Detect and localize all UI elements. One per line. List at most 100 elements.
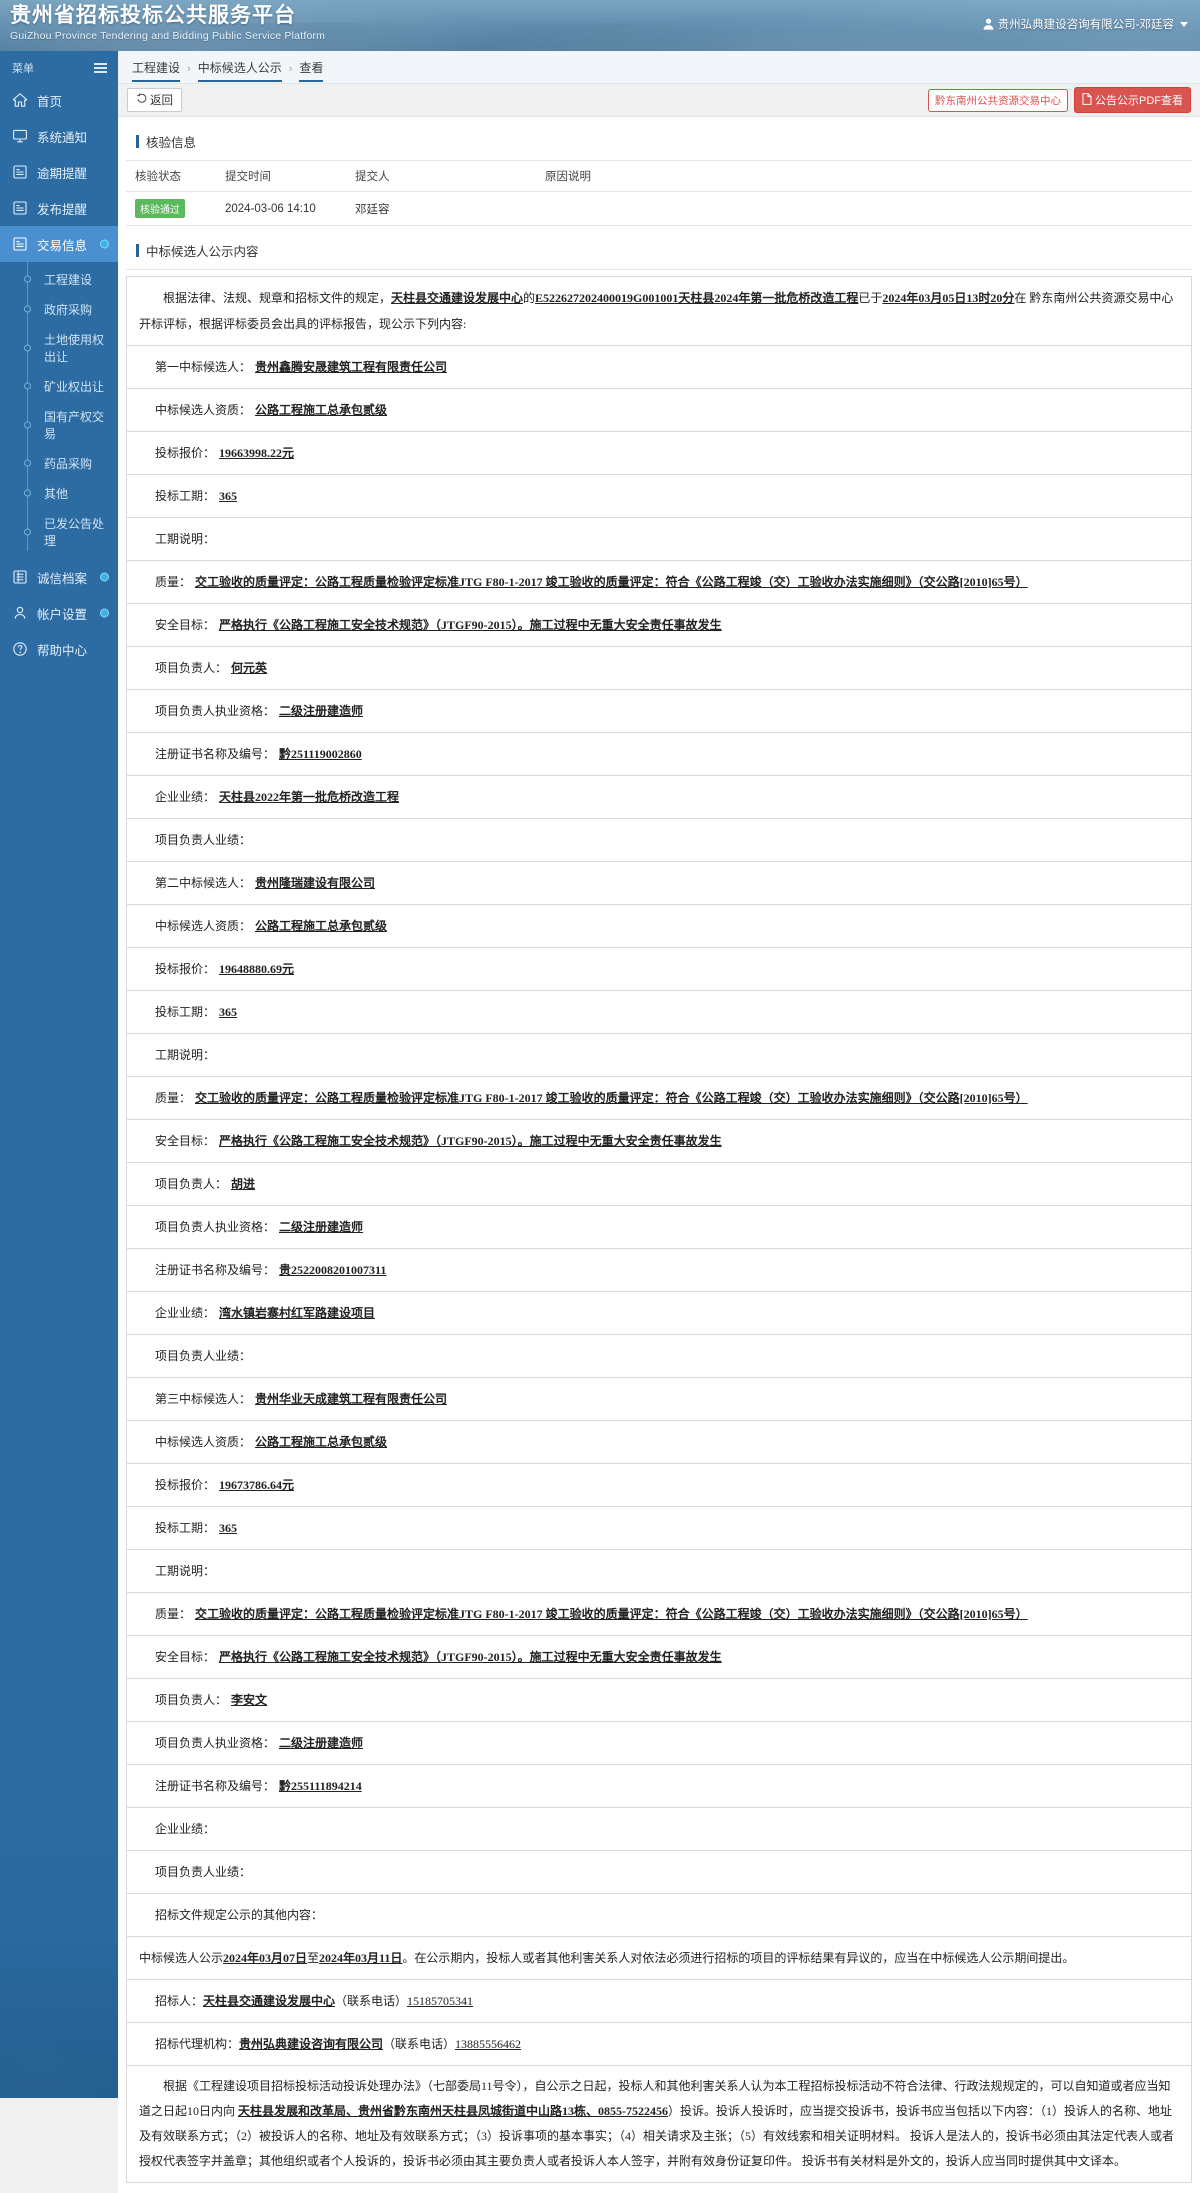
candidate-1-quality: 质量： 交工验收的质量评定：公路工程质量检验评定标准JTG F80-1-2017 … xyxy=(127,561,1191,604)
breadcrumb-item-1[interactable]: 工程建设 xyxy=(132,59,181,82)
notice-section-title: 中标候选人公示内容 xyxy=(126,232,1192,270)
bid-opening-datetime: 2024年03月05日13时20分 xyxy=(882,291,1015,305)
candidate-1-manager: 项目负责人： 何元英 xyxy=(127,647,1191,690)
sidebar-subitem-land-use-rights[interactable]: 土地使用权出让 xyxy=(0,324,118,371)
title-accent-bar xyxy=(136,135,139,148)
candidate-1-qualification: 中标候选人资质： 公路工程施工总承包贰级 xyxy=(127,389,1191,432)
field-value: 交工验收的质量评定：公路工程质量检验评定标准JTG F80-1-2017 竣工验… xyxy=(195,1607,1028,1621)
sidebar-subitem-label: 国有产权交易 xyxy=(44,409,105,441)
candidate-3-safety: 安全目标： 严格执行《公路工程施工安全技术规范》（JTGF90-2015）。施工过… xyxy=(127,1636,1191,1679)
sidebar-item-label: 诚信档案 xyxy=(37,571,88,586)
intro-text-3: 已于 xyxy=(858,291,883,305)
document-icon xyxy=(12,200,28,216)
agent-phone: 13885556462 xyxy=(455,2037,522,2051)
sidebar-item-system-notice[interactable]: 系统通知 xyxy=(0,118,118,154)
question-icon xyxy=(12,641,28,657)
breadcrumb-item-3[interactable]: 查看 xyxy=(299,59,324,82)
status-badge: 核验通过 xyxy=(135,199,185,218)
candidate-2-rank: 第二中标候选人： 贵州隆瑞建设有限公司 xyxy=(127,862,1191,905)
candidate-1-certificate: 项目负责人执业资格： 二级注册建造师 xyxy=(127,690,1191,733)
field-label: 投标报价： xyxy=(155,1478,216,1492)
breadcrumb: 工程建设 › 中标候选人公示 › 查看 xyxy=(132,59,1186,82)
document-icon xyxy=(12,164,28,180)
sidebar-item-overdue-reminder[interactable]: 逾期提醒 xyxy=(0,154,118,190)
field-value: 胡进 xyxy=(231,1177,256,1191)
sidebar-item-transaction-info[interactable]: 交易信息 xyxy=(0,226,118,262)
field-value: 公路工程施工总承包贰级 xyxy=(255,403,388,417)
sidebar-subitem-label: 药品采购 xyxy=(44,456,93,471)
tenderer-phone: 15185705341 xyxy=(407,1994,474,2008)
breadcrumb-item-2[interactable]: 中标候选人公示 xyxy=(197,59,282,82)
sidebar-item-home[interactable]: 首页 xyxy=(0,82,118,118)
field-label: 工期说明： xyxy=(155,1564,216,1578)
field-label: 第三中标候选人： xyxy=(155,1392,252,1406)
back-button[interactable]: 返回 xyxy=(127,88,182,112)
other-content-label: 招标文件规定公示的其他内容： xyxy=(127,1894,1191,1937)
publicity-period-paragraph: 中标候选人公示2024年03月07日至2024年03月11日。在公示期内，投标人… xyxy=(127,1937,1191,1980)
phone-label: （联系电话） xyxy=(335,1994,408,2008)
field-value: 19673786.64元 xyxy=(219,1478,295,1492)
table-header-row: 核验状态 提交时间 提交人 原因说明 xyxy=(126,161,1192,192)
sidebar-subitem-published-announcements[interactable]: 已发公告处理 xyxy=(0,508,118,555)
sidebar-item-credit-archive[interactable]: 诚信档案 xyxy=(0,559,118,595)
field-value: 黔255111894214 xyxy=(279,1779,362,1793)
field-label: 中标候选人资质： xyxy=(155,403,252,417)
column-header-reason: 原因说明 xyxy=(536,161,1192,192)
field-value: 严格执行《公路工程施工安全技术规范》（JTGF90-2015）。施工过程中无重大… xyxy=(219,1650,722,1664)
sidebar-subitem-engineering[interactable]: 工程建设 xyxy=(0,264,118,294)
sidebar-subitem-other[interactable]: 其他 xyxy=(0,478,118,508)
sidebar-item-help-center[interactable]: 帮助中心 xyxy=(0,631,118,667)
table-row: 核验通过 2024-03-06 14:10 邓廷容 xyxy=(126,191,1192,226)
candidate-2-company-performance: 企业业绩： 湾水镇岩寨村红军路建设项目 xyxy=(127,1292,1191,1335)
candidate-2-manager-performance: 项目负责人业绩： xyxy=(127,1335,1191,1378)
cell-submit-time: 2024-03-06 14:10 xyxy=(216,191,346,226)
user-name: 贵州弘典建设咨询有限公司-邓廷容 xyxy=(997,19,1174,31)
field-value: 贵州隆瑞建设有限公司 xyxy=(255,876,376,890)
candidate-1-rank: 第一中标候选人： 贵州鑫腾安晟建筑工程有限责任公司 xyxy=(127,346,1191,389)
field-label: 项目负责人执业资格： xyxy=(155,1736,276,1750)
field-label: 注册证书名称及编号： xyxy=(155,747,276,761)
verify-table-wrap: 核验状态 提交时间 提交人 原因说明 核验通过 2024-03-06 14:10… xyxy=(126,161,1192,226)
agent-row: 招标代理机构：贵州弘典建设咨询有限公司（联系电话）13885556462 xyxy=(127,2023,1191,2066)
field-label: 注册证书名称及编号： xyxy=(155,1263,276,1277)
home-icon xyxy=(12,92,28,108)
status-badge xyxy=(100,239,109,249)
field-label: 质量： xyxy=(155,575,192,589)
action-toolbar: 返回 黔东南州公共资源交易中心 公告公示PDF查看 xyxy=(118,84,1200,117)
sidebar-item-publish-reminder[interactable]: 发布提醒 xyxy=(0,190,118,226)
sidebar-subitem-mining-rights[interactable]: 矿业权出让 xyxy=(0,371,118,401)
intro-text-2: 的 xyxy=(523,291,536,305)
site-title-cn: 贵州省招标投标公共服务平台 xyxy=(10,4,296,27)
publicity-mid: 至 xyxy=(307,1951,320,1965)
sidebar-item-label: 交易信息 xyxy=(37,238,88,253)
candidate-3-rank: 第三中标候选人： 贵州华业天成建筑工程有限责任公司 xyxy=(127,1378,1191,1421)
verify-section-title: 核验信息 xyxy=(126,123,1192,161)
field-label: 质量： xyxy=(155,1091,192,1105)
field-label: 注册证书名称及编号： xyxy=(155,1779,276,1793)
sidebar-subitem-gov-procurement[interactable]: 政府采购 xyxy=(0,294,118,324)
trading-center-button[interactable]: 黔东南州公共资源交易中心 xyxy=(928,88,1068,112)
field-value: 黔251119002860 xyxy=(279,747,362,761)
field-label: 第二中标候选人： xyxy=(155,876,252,890)
project-name: E522627202400019G001001天柱县2024年第一批危桥改造工程 xyxy=(535,291,859,305)
sidebar-item-account-settings[interactable]: 帐户设置 xyxy=(0,595,118,631)
pdf-view-button[interactable]: 公告公示PDF查看 xyxy=(1074,87,1191,113)
field-label: 工期说明： xyxy=(155,1048,216,1062)
sidebar-subitem-state-property[interactable]: 国有产权交易 xyxy=(0,401,118,448)
bullet-icon xyxy=(24,382,31,390)
field-label: 投标工期： xyxy=(155,1521,216,1535)
hamburger-icon[interactable] xyxy=(94,63,107,73)
sidebar-menu-header: 菜单 xyxy=(0,51,118,82)
archive-icon xyxy=(12,569,28,585)
field-label: 企业业绩： xyxy=(155,1306,216,1320)
field-value: 二级注册建造师 xyxy=(279,1220,364,1234)
user-menu[interactable]: 贵州弘典建设咨询有限公司-邓廷容 xyxy=(983,16,1188,32)
field-label: 项目负责人执业资格： xyxy=(155,704,276,718)
tenderer-row: 招标人：天柱县交通建设发展中心（联系电话）15185705341 xyxy=(127,1980,1191,2023)
sidebar-subitem-drug-procurement[interactable]: 药品采购 xyxy=(0,448,118,478)
field-value: 二级注册建造师 xyxy=(279,1736,364,1750)
sidebar-subitem-label: 矿业权出让 xyxy=(44,379,105,394)
sidebar-item-label: 帮助中心 xyxy=(37,643,88,658)
field-label: 安全目标： xyxy=(155,1650,216,1664)
complaint-org-1: 天柱县发展和改革局、 xyxy=(238,2104,359,2118)
